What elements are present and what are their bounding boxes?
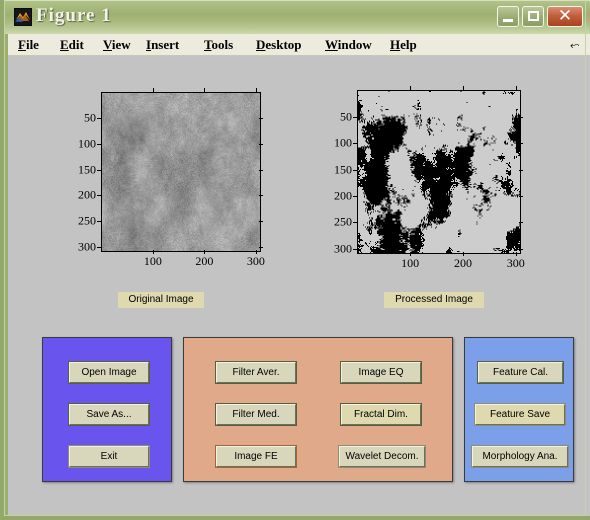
menu-item-edit[interactable]: Edit <box>60 37 84 53</box>
axis-tick-x: 200 <box>453 256 472 270</box>
axis-tick-y: 150 <box>334 162 352 177</box>
menu-item-window[interactable]: Window <box>325 37 372 53</box>
axis-tick-y: 300 <box>334 241 352 256</box>
morphology-ana-button[interactable]: Morphology Ana. <box>471 445 569 468</box>
processed-image-axes: 50 100 150 200 250 300 100 200 300 <box>334 86 525 270</box>
menu-item-view[interactable]: View <box>103 37 131 53</box>
axis-tick-y: 250 <box>334 214 352 229</box>
original-image[interactable] <box>101 92 261 252</box>
axis-tick-y: 100 <box>334 135 352 150</box>
original-image-axes: 50 100 150 200 250 300 100 200 300 <box>78 88 265 268</box>
image-fe-button[interactable]: Image FE <box>215 445 297 468</box>
processing-panel: Filter Aver. Image EQ Filter Med. Fracta… <box>183 337 453 482</box>
processed-image[interactable] <box>357 90 521 254</box>
axis-tick-y: 250 <box>78 213 96 228</box>
figure-canvas: 50 100 150 200 250 300 100 200 300 50 10… <box>8 56 590 516</box>
exit-button[interactable]: Exit <box>68 445 150 468</box>
save-as-button[interactable]: Save As... <box>68 403 150 426</box>
maximize-icon <box>528 11 539 21</box>
axis-tick-x: 300 <box>506 256 525 270</box>
minimize-button[interactable] <box>497 6 519 27</box>
feature-panel: Feature Cal. Feature Save Morphology Ana… <box>464 337 574 482</box>
feature-cal-button[interactable]: Feature Cal. <box>477 361 564 384</box>
axis-tick-y: 150 <box>78 162 96 177</box>
menu-bar: File Edit View Insert Tools Desktop Wind… <box>8 34 590 56</box>
title-bar[interactable]: Figure 1 ✕ <box>4 0 590 34</box>
filter-med-button[interactable]: Filter Med. <box>215 403 297 426</box>
menu-item-file[interactable]: File <box>18 37 39 53</box>
maximize-button[interactable] <box>522 6 544 27</box>
menu-item-desktop[interactable]: Desktop <box>256 37 302 53</box>
close-icon: ✕ <box>557 6 573 26</box>
menu-item-tools[interactable]: Tools <box>204 37 233 53</box>
axis-tick-x: 100 <box>401 256 420 270</box>
axis-tick-y: 200 <box>334 188 352 203</box>
image-eq-button[interactable]: Image EQ <box>340 361 422 384</box>
processed-image-caption: Processed Image <box>384 292 484 308</box>
close-button[interactable]: ✕ <box>547 6 583 27</box>
filter-aver-button[interactable]: Filter Aver. <box>215 361 297 384</box>
file-panel: Open Image Save As... Exit <box>42 337 172 482</box>
menu-item-help[interactable]: Help <box>390 37 417 53</box>
window-title: Figure 1 <box>36 5 112 26</box>
original-image-caption: Original Image <box>118 292 204 308</box>
open-image-button[interactable]: Open Image <box>68 361 150 384</box>
fractal-dim-button[interactable]: Fractal Dim. <box>340 403 422 426</box>
wavelet-decom-button[interactable]: Wavelet Decom. <box>338 445 426 468</box>
figure-window: Figure 1 ✕ File Edit View Insert Tools D… <box>0 0 590 520</box>
minimize-icon <box>503 19 513 22</box>
axis-tick-y: 100 <box>78 136 96 151</box>
axis-tick-y: 300 <box>78 239 96 254</box>
axis-tick-y: 50 <box>84 110 96 125</box>
axis-tick-x: 300 <box>246 254 265 268</box>
axis-tick-y: 200 <box>78 187 96 202</box>
menu-item-insert[interactable]: Insert <box>146 37 179 53</box>
axis-tick-x: 200 <box>195 254 214 268</box>
undock-arrow-icon[interactable]: ⬿ <box>570 39 582 51</box>
axis-tick-y: 50 <box>340 109 352 124</box>
feature-save-button[interactable]: Feature Save <box>474 403 566 426</box>
axis-tick-x: 100 <box>143 254 162 268</box>
matlab-membrane-icon <box>14 8 32 26</box>
